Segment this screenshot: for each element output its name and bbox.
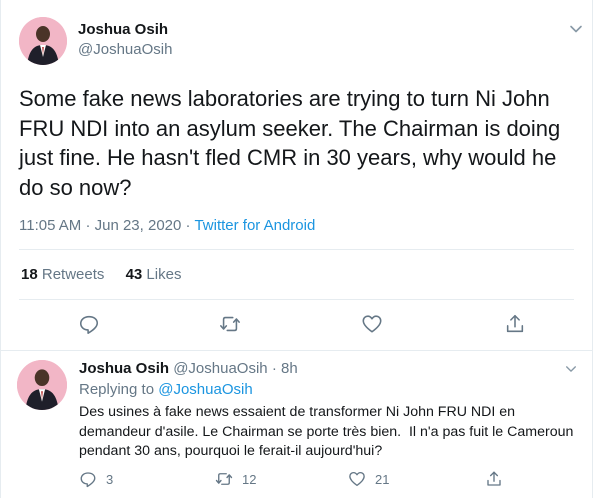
replying-to: Replying to @JoshuaOsih (79, 381, 253, 398)
reply-button[interactable]: 3 (79, 470, 113, 488)
main-tweet: Joshua Osih @JoshuaOsih Some fake news l… (0, 0, 593, 350)
author-handle[interactable]: @JoshuaOsih (173, 360, 267, 377)
divider (19, 249, 574, 250)
retweet-button[interactable]: 12 (215, 470, 256, 488)
meta-separator: · (271, 360, 277, 377)
likes-count: 43 (125, 266, 143, 283)
avatar[interactable] (17, 360, 67, 410)
reply-count: 3 (106, 471, 114, 487)
reply-header: Joshua Osih @JoshuaOsih · 8h (79, 360, 298, 377)
tweet-date[interactable]: Jun 23, 2020 (95, 217, 182, 234)
meta-separator: · (85, 217, 91, 234)
like-icon (349, 471, 365, 487)
retweet-count: 12 (242, 471, 257, 487)
retweets-stat[interactable]: 18 Retweets (21, 266, 104, 283)
reply-icon (80, 472, 96, 488)
replying-to-handle[interactable]: @JoshuaOsih (158, 381, 252, 398)
chevron-down-icon[interactable] (565, 363, 577, 375)
avatar[interactable] (19, 17, 67, 65)
likes-stat[interactable]: 43 Likes (126, 266, 182, 283)
author-handle[interactable]: @JoshuaOsih (78, 41, 172, 58)
tweet-time[interactable]: 11:05 AM (19, 217, 81, 234)
share-icon[interactable] (504, 313, 526, 335)
author-name[interactable]: Joshua Osih (79, 360, 169, 377)
retweets-count: 18 (21, 266, 38, 283)
share-button[interactable] (485, 470, 512, 488)
tweet-separator (0, 350, 593, 351)
tweet-stats: 18 Retweets 43 Likes (21, 266, 198, 283)
author-name[interactable]: Joshua Osih (78, 21, 168, 38)
reply-icon[interactable] (78, 313, 100, 335)
tweet-age[interactable]: 8h (281, 360, 298, 377)
retweet-icon[interactable] (219, 313, 241, 335)
meta-separator: · (185, 217, 191, 234)
chevron-down-icon[interactable] (569, 22, 583, 36)
tweet-text: Some fake news laboratories are trying t… (19, 86, 567, 200)
share-icon (487, 471, 501, 486)
like-count: 21 (375, 471, 390, 487)
tweet-text: Des usines à fake news essaient de trans… (79, 404, 578, 459)
tweet-metadata: 11:05 AM · Jun 23, 2020 · Twitter for An… (19, 217, 315, 234)
likes-label: Likes (146, 266, 182, 283)
like-icon[interactable] (361, 313, 383, 335)
avatar-photo-icon (19, 17, 67, 65)
tweet-source[interactable]: Twitter for Android (194, 217, 315, 234)
retweet-icon (215, 473, 233, 485)
retweets-label: Retweets (41, 266, 105, 283)
avatar-photo-icon (17, 360, 67, 410)
like-button[interactable]: 21 (348, 470, 389, 488)
replying-prefix: Replying to (79, 381, 155, 398)
divider (19, 299, 574, 300)
